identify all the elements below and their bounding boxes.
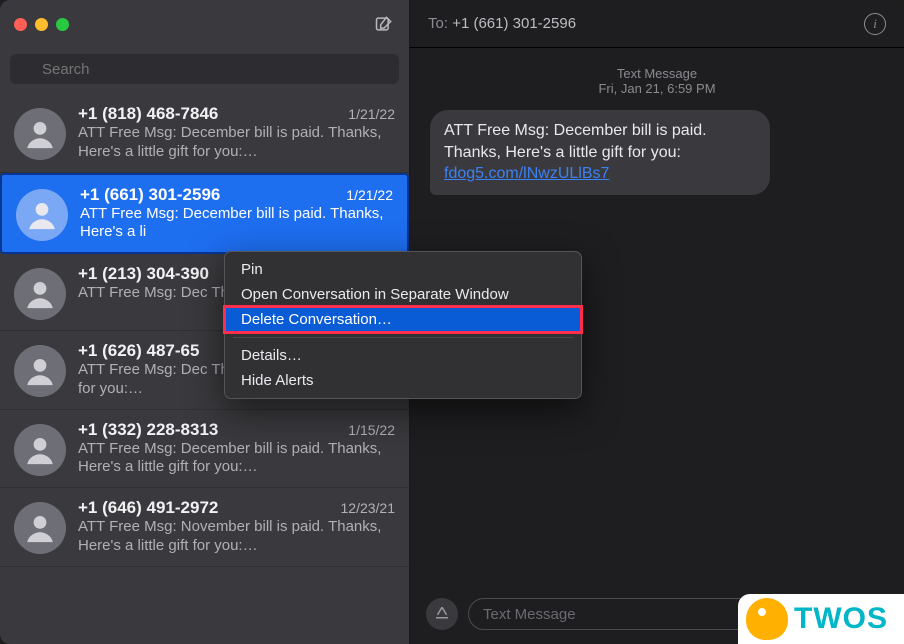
timestamp-date: Fri, Jan 21, 6:59 PM	[598, 81, 715, 96]
person-icon	[23, 433, 57, 467]
menu-item-details[interactable]: Details…	[225, 343, 581, 368]
conversation-header: To: +1 (661) 301-2596 i	[410, 0, 904, 48]
person-icon	[23, 277, 57, 311]
traffic-lights	[14, 18, 69, 31]
conversation-preview: ATT Free Msg: December bill is paid. Tha…	[78, 124, 395, 162]
watermark-text: TWOS	[794, 602, 888, 636]
to-line: To: +1 (661) 301-2596	[428, 15, 576, 32]
message-timestamp: Text Message Fri, Jan 21, 6:59 PM	[430, 66, 884, 96]
watermark: TWOS	[738, 594, 904, 644]
avatar	[16, 189, 68, 241]
conversation-row[interactable]: +1 (332) 228-8313 1/15/22 ATT Free Msg: …	[0, 410, 409, 489]
info-icon: i	[873, 16, 877, 32]
maximize-window-button[interactable]	[56, 18, 69, 31]
search-wrap	[0, 48, 409, 94]
avatar	[14, 345, 66, 397]
avatar	[14, 108, 66, 160]
to-value[interactable]: +1 (661) 301-2596	[452, 15, 576, 32]
conversation-preview: ATT Free Msg: November bill is paid. Tha…	[78, 518, 395, 556]
conversation-date: 1/15/22	[348, 422, 395, 438]
avatar	[14, 502, 66, 554]
app-store-icon	[433, 605, 451, 623]
conversation-name: +1 (661) 301-2596	[80, 185, 220, 205]
menu-item-hide-alerts[interactable]: Hide Alerts	[225, 368, 581, 393]
conversation-row[interactable]: +1 (646) 491-2972 12/23/21 ATT Free Msg:…	[0, 488, 409, 567]
person-icon	[25, 198, 59, 232]
menu-item-pin[interactable]: Pin	[225, 257, 581, 282]
compose-icon	[374, 14, 394, 34]
close-window-button[interactable]	[14, 18, 27, 31]
conversation-name: +1 (818) 468-7846	[78, 104, 218, 124]
conversation-name: +1 (626) 487-65	[78, 341, 199, 361]
app-store-button[interactable]	[426, 598, 458, 630]
message-link[interactable]: fdog5.com/lNwzULlBs7	[444, 165, 609, 182]
menu-separator	[233, 337, 573, 338]
to-label: To:	[428, 15, 448, 32]
conversation-row-selected[interactable]: +1 (661) 301-2596 1/21/22 ATT Free Msg: …	[0, 173, 409, 255]
context-menu: Pin Open Conversation in Separate Window…	[224, 251, 582, 399]
details-button[interactable]: i	[864, 13, 886, 35]
timestamp-type: Text Message	[430, 66, 884, 81]
avatar	[14, 268, 66, 320]
conversation-date: 12/23/21	[341, 500, 396, 516]
conversation-row[interactable]: +1 (818) 468-7846 1/21/22 ATT Free Msg: …	[0, 94, 409, 173]
conversation-date: 1/21/22	[348, 106, 395, 122]
menu-item-delete-conversation[interactable]: Delete Conversation…	[225, 307, 581, 332]
avatar	[14, 424, 66, 476]
lightbulb-icon	[746, 598, 788, 640]
person-icon	[23, 354, 57, 388]
message-text: ATT Free Msg: December bill is paid. Tha…	[444, 122, 707, 161]
menu-item-open-separate[interactable]: Open Conversation in Separate Window	[225, 282, 581, 307]
conversation-name: +1 (646) 491-2972	[78, 498, 218, 518]
message-bubble-incoming[interactable]: ATT Free Msg: December bill is paid. Tha…	[430, 110, 770, 195]
conversation-date: 1/21/22	[346, 187, 393, 203]
compose-button[interactable]	[373, 13, 395, 35]
conversation-preview: ATT Free Msg: December bill is paid. Tha…	[78, 440, 395, 478]
conversation-name: +1 (332) 228-8313	[78, 420, 218, 440]
titlebar	[0, 0, 409, 48]
person-icon	[23, 117, 57, 151]
minimize-window-button[interactable]	[35, 18, 48, 31]
conversation-preview: ATT Free Msg: December bill is paid. Tha…	[80, 205, 393, 243]
person-icon	[23, 511, 57, 545]
conversation-name: +1 (213) 304-390	[78, 264, 209, 284]
search-input[interactable]	[10, 54, 399, 84]
